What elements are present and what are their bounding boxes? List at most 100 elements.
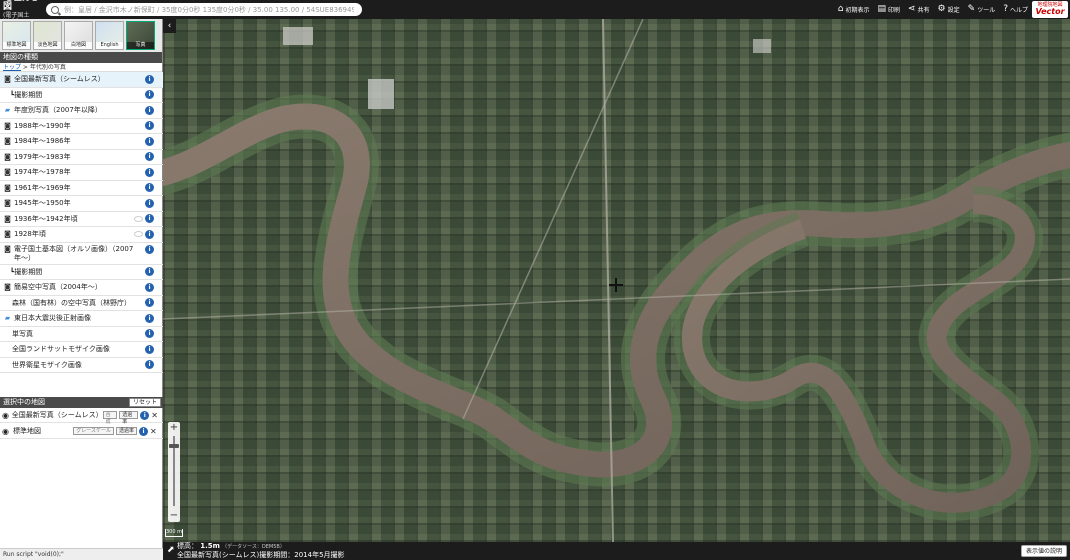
layer-item[interactable]: ◙ 1961年〜1969年 i bbox=[0, 181, 163, 196]
info-icon[interactable]: i bbox=[145, 360, 154, 370]
layer-item-label: 年度別写真（2007年以降） bbox=[14, 106, 102, 115]
layer-item[interactable]: ◙ 1974年〜1978年 i bbox=[0, 165, 163, 181]
info-icon[interactable]: i bbox=[145, 90, 154, 100]
info-icon[interactable]: i bbox=[145, 121, 154, 131]
info-icon[interactable]: i bbox=[145, 344, 154, 354]
remove-layer-icon[interactable]: ✕ bbox=[151, 411, 159, 420]
info-icon[interactable]: i bbox=[145, 244, 154, 254]
info-icon[interactable]: i bbox=[145, 183, 154, 193]
zoom-in-button[interactable]: + bbox=[168, 422, 180, 434]
status-text: Run script "void(0);" bbox=[0, 548, 163, 560]
layer-item[interactable]: ◙ 1988年〜1990年 i bbox=[0, 119, 163, 134]
info-icon[interactable]: i bbox=[145, 105, 154, 115]
layer-item[interactable]: ◙ 電子国土基本図（オルソ画像）（2007年〜） i bbox=[0, 243, 163, 265]
search-icon[interactable] bbox=[51, 5, 59, 14]
map-thumb-5[interactable]: 写真 bbox=[126, 21, 155, 50]
reset-button[interactable]: リセット bbox=[128, 398, 161, 407]
zoom-out-button[interactable]: − bbox=[168, 510, 180, 522]
scale-bar: 300 m bbox=[165, 529, 183, 537]
layer-item[interactable]: ◙ 1936年〜1942年頃 i bbox=[0, 212, 163, 227]
tool-help[interactable]: ? ヘルプ bbox=[1003, 4, 1028, 15]
info-icon[interactable]: i bbox=[145, 167, 154, 177]
tool-label: ヘルプ bbox=[1009, 7, 1028, 14]
info-icon[interactable]: i bbox=[140, 410, 150, 420]
visibility-eye-icon[interactable]: ◉ bbox=[2, 427, 11, 436]
layer-item-label: 1979年〜1983年 bbox=[14, 152, 71, 161]
map-thumb-2[interactable]: 淡色地図 bbox=[33, 21, 62, 50]
layer-item[interactable]: ┗撮影期間 i bbox=[0, 265, 163, 280]
share-icon: ⋖ bbox=[907, 4, 916, 14]
tool-wrench[interactable]: ✎ ツール bbox=[968, 5, 996, 15]
tool-gear[interactable]: ⚙ 設定 bbox=[937, 4, 960, 15]
info-icon[interactable]: i bbox=[139, 426, 148, 436]
selected-map-row[interactable]: ◉ 標準地図 グレースケール 透過率 i ✕ bbox=[0, 424, 163, 439]
gear-icon: ⚙ bbox=[937, 4, 946, 14]
folder-icon: ▰ bbox=[4, 106, 11, 115]
elevation-value: 1.5m bbox=[200, 542, 220, 550]
search-input[interactable] bbox=[64, 5, 354, 14]
folder-icon: ▰ bbox=[4, 314, 11, 323]
expand-footer-icon[interactable]: ⬈ bbox=[167, 545, 175, 555]
info-icon[interactable]: i bbox=[145, 214, 154, 224]
map-thumb-4[interactable]: English bbox=[95, 21, 124, 50]
camera-icon: ◙ bbox=[4, 244, 11, 253]
info-icon[interactable]: i bbox=[145, 136, 154, 146]
layer-item[interactable]: ◙ 全国最新写真（シームレス） i bbox=[0, 72, 163, 88]
tool-print[interactable]: ▤ 印刷 bbox=[877, 5, 900, 15]
style-chip[interactable]: 合成 bbox=[102, 411, 118, 425]
help-icon: ? bbox=[1003, 4, 1008, 14]
home-icon: ⌂ bbox=[837, 4, 844, 14]
layer-item[interactable]: ◙ 1979年〜1983年 i bbox=[0, 150, 163, 165]
selected-map-row[interactable]: ◉ 全国最新写真（シームレス） 合成 透過率 i ✕ bbox=[0, 408, 163, 425]
info-icon[interactable]: i bbox=[145, 152, 154, 162]
zoom-slider-handle[interactable] bbox=[169, 444, 179, 448]
layer-item[interactable]: 単写真 i bbox=[0, 327, 163, 342]
legend-button[interactable]: 表示値の説明 bbox=[1020, 545, 1067, 557]
visibility-eye-icon[interactable]: ◉ bbox=[2, 411, 10, 420]
map-thumb-3[interactable]: 白地図 bbox=[64, 21, 93, 50]
layer-item-label: 全国ランドサットモザイク画像 bbox=[12, 345, 110, 354]
layer-item[interactable]: 世界衛星モザイク画像 i bbox=[0, 358, 163, 373]
breadcrumb-top-link[interactable]: トップ bbox=[3, 64, 21, 71]
info-icon[interactable]: i bbox=[145, 329, 154, 339]
style-chip[interactable]: グレースケール bbox=[73, 427, 114, 435]
info-icon[interactable]: i bbox=[145, 282, 154, 292]
camera-icon: ◙ bbox=[4, 75, 11, 84]
breadcrumb-current: > 年代別の写真 bbox=[21, 64, 66, 71]
info-icon[interactable]: i bbox=[145, 198, 154, 208]
opacity-chip[interactable]: 透過率 bbox=[119, 411, 139, 425]
elevation-source: （データソース：DEM5B） bbox=[222, 544, 285, 550]
layer-item[interactable]: ┗撮影期間 i bbox=[0, 88, 163, 103]
logo-title: 地理院地図 bbox=[3, 0, 38, 12]
remove-layer-icon[interactable]: ✕ bbox=[150, 427, 159, 436]
info-icon[interactable]: i bbox=[145, 74, 154, 84]
info-icon[interactable]: i bbox=[145, 267, 154, 277]
tool-home[interactable]: ⌂ 初期表示 bbox=[837, 4, 870, 15]
layer-item[interactable]: ▰ 年度別写真（2007年以降） i bbox=[0, 103, 163, 119]
camera-icon: ◙ bbox=[4, 152, 11, 161]
breadcrumb: トップ > 年代別の写真 bbox=[0, 63, 162, 72]
zoom-control: + − bbox=[168, 422, 180, 522]
site-logo[interactable]: 地理院地図 (電子国土Web) bbox=[0, 0, 44, 25]
comment-icon bbox=[134, 215, 143, 222]
photo-period: 全国最新写真(シームレス)撮影期間：2014年5月撮影 bbox=[177, 551, 345, 559]
layer-item[interactable]: ◙ 1945年〜1950年 i bbox=[0, 196, 163, 212]
vector-link[interactable]: 地理院地図 Vector bbox=[1032, 1, 1068, 18]
layer-item[interactable]: ◙ 1928年頃 i bbox=[0, 227, 163, 243]
map-thumb-1[interactable]: 標準地図 bbox=[2, 21, 31, 50]
tool-share[interactable]: ⋖ 共有 bbox=[907, 4, 930, 15]
info-icon[interactable]: i bbox=[145, 313, 154, 323]
layer-item-label: 単写真 bbox=[12, 329, 33, 338]
map-thumb-label: 淡色地図 bbox=[34, 42, 61, 49]
layer-item[interactable]: ◙ 1984年〜1986年 i bbox=[0, 134, 163, 150]
map-view[interactable]: ‹ + − 300 m bbox=[163, 19, 1070, 542]
layer-item[interactable]: 森林（国有林）の空中写真（林野庁） i bbox=[0, 296, 163, 311]
layer-item-label: 1974年〜1978年 bbox=[14, 168, 71, 177]
opacity-chip[interactable]: 透過率 bbox=[115, 427, 137, 435]
info-icon[interactable]: i bbox=[145, 229, 154, 239]
layer-item[interactable]: 全国ランドサットモザイク画像 i bbox=[0, 342, 163, 358]
layer-item[interactable]: ▰ 東日本大震災後正射画像 i bbox=[0, 311, 163, 327]
collapse-panel-button[interactable]: ‹ bbox=[163, 19, 176, 33]
layer-item[interactable]: ◙ 簡易空中写真（2004年〜） i bbox=[0, 280, 163, 296]
info-icon[interactable]: i bbox=[145, 298, 154, 308]
